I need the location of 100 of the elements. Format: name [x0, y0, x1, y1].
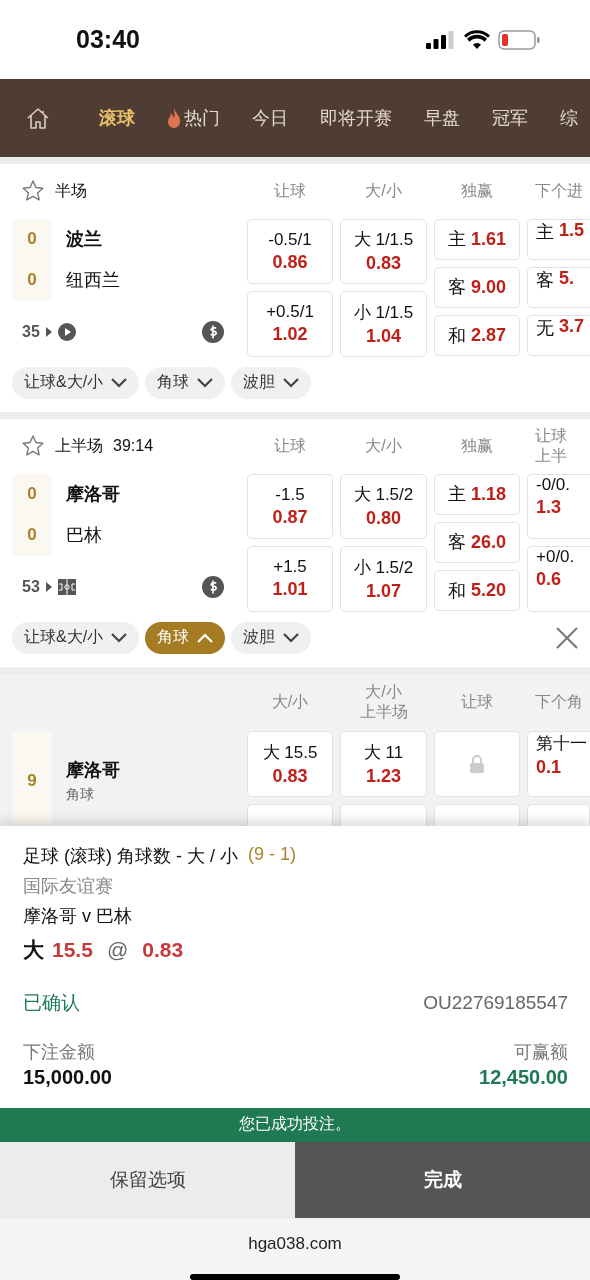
nav-tab[interactable]: 即将开赛	[320, 105, 392, 130]
stake-amount: 15,000.00	[23, 1065, 112, 1089]
caret-icon	[45, 581, 52, 592]
nav-tab[interactable]: 早盘	[424, 105, 460, 130]
odds-button[interactable]: +1.5 1.01	[247, 546, 333, 612]
chevron-icon	[283, 377, 300, 388]
match-minute: 35	[22, 322, 40, 341]
team-name: 巴林	[66, 524, 103, 547]
column-header: 大/小	[365, 682, 402, 702]
chevron-icon	[197, 377, 214, 388]
odds-button[interactable]: 第十一 0.1	[527, 730, 590, 797]
nav-tab[interactable]: 滚球	[99, 105, 135, 130]
column-header: 下个角	[535, 692, 583, 712]
dollar-icon[interactable]	[202, 320, 224, 343]
score: 0	[27, 229, 37, 249]
nav-tab[interactable]: 热门	[167, 105, 220, 130]
chevron-icon	[111, 632, 128, 643]
column-header: 上半	[535, 446, 567, 466]
pitch-icon[interactable]	[57, 577, 76, 596]
fixture-name: 摩洛哥 v 巴林	[23, 904, 133, 928]
bet-reference: OU22769185547	[423, 991, 568, 1014]
odds-button[interactable]: +0.5/1 1.02	[247, 291, 333, 357]
column-header: 让球	[274, 436, 306, 456]
score: 9	[27, 770, 37, 791]
battery-icon	[498, 29, 540, 50]
odds-button[interactable]: 无 3.7	[527, 315, 590, 357]
column-header: 让球	[461, 692, 493, 712]
at-sign: @	[106, 937, 129, 962]
odds-button[interactable]: 大 1.5/2 0.80	[340, 473, 427, 539]
team-name: 波兰	[66, 228, 103, 251]
odds-button[interactable]: 大 1/1.5 0.83	[340, 218, 427, 284]
bet-odds: 0.83	[142, 937, 184, 962]
market-label: 角球	[66, 785, 95, 804]
odds-button[interactable]: 客 5.	[527, 266, 590, 309]
bet-status: 已确认	[23, 990, 80, 1015]
success-banner: 您已成功投注。	[0, 1108, 590, 1142]
bet-market: 足球 (滚球) 角球数 - 大 / 小	[23, 844, 238, 868]
odds-button[interactable]: 客 9.00	[434, 266, 520, 309]
team-name: 摩洛哥	[66, 483, 120, 506]
match-minute: 53	[22, 577, 40, 596]
nav-tab[interactable]: 综	[560, 105, 578, 130]
odds-button[interactable]: -0.5/1 0.86	[247, 218, 333, 284]
column-header: 独赢	[461, 436, 493, 456]
chevron-icon	[197, 632, 214, 643]
dollar-icon[interactable]	[202, 575, 224, 598]
status-time: 03:40	[76, 25, 140, 55]
odds-button[interactable]: 和 5.20	[434, 570, 520, 612]
done-button[interactable]: 完成	[295, 1141, 590, 1218]
bet-line: 15.5	[52, 937, 93, 962]
odds-button[interactable]: 主 1.5	[527, 218, 590, 260]
league-name: 国际友谊赛	[23, 874, 114, 898]
chevron-icon	[111, 377, 128, 388]
column-header: 大/小	[365, 181, 402, 201]
lock-icon	[469, 754, 485, 773]
column-header: 下个进	[535, 181, 583, 201]
odds-button[interactable]: 和 2.87	[434, 315, 520, 357]
url-text: hga038.com	[248, 1234, 342, 1254]
filter-pill[interactable]: 角球	[145, 366, 226, 399]
bet-side: 大	[23, 936, 44, 963]
odds-button[interactable]: 大 11 1.23	[340, 730, 427, 797]
odds-button[interactable]: -1.5 0.87	[247, 473, 333, 539]
score: 0	[27, 525, 37, 545]
chevron-icon	[283, 632, 300, 643]
signal-icon	[426, 30, 456, 49]
star-icon[interactable]	[21, 179, 45, 203]
column-header: 上半场	[359, 702, 408, 722]
filter-pill[interactable]: 波胆	[231, 621, 312, 654]
column-header: 独赢	[461, 181, 493, 201]
odds-button[interactable]: 小 1/1.5 1.04	[340, 291, 427, 357]
team-name: 纽西兰	[66, 269, 120, 292]
filter-pill[interactable]: 让球&大/小	[12, 621, 140, 654]
odds-button[interactable]: 主 1.61	[434, 218, 520, 260]
wifi-icon	[464, 30, 490, 50]
win-label: 可赢额	[514, 1040, 568, 1064]
match-period: 半场	[55, 180, 87, 201]
win-amount: 12,450.00	[479, 1065, 568, 1089]
home-icon[interactable]	[26, 105, 50, 130]
odds-button[interactable]: 小 1.5/2 1.07	[340, 546, 427, 612]
match-clock: 39:14	[113, 437, 154, 455]
close-icon[interactable]	[556, 626, 578, 649]
filter-pill[interactable]: 角球	[145, 621, 226, 654]
play-icon[interactable]	[57, 322, 76, 341]
odds-button[interactable]: -0/0. 1.3	[527, 473, 590, 539]
nav-tab[interactable]: 今日	[252, 105, 288, 130]
odds-button[interactable]: 客 26.0	[434, 521, 520, 564]
column-header: 让球	[274, 181, 306, 201]
score: 0	[27, 484, 37, 504]
team-name: 摩洛哥	[66, 758, 120, 782]
filter-pill[interactable]: 让球&大/小	[12, 366, 140, 399]
odds-button[interactable]: 主 1.18	[434, 473, 520, 515]
bet-score: (9 - 1)	[248, 843, 296, 866]
star-icon[interactable]	[21, 434, 45, 458]
odds-button[interactable]: +0/0. 0.6	[527, 546, 590, 612]
odds-button[interactable]: 大 15.5 0.83	[247, 730, 333, 797]
caret-icon	[45, 326, 52, 337]
nav-tab[interactable]: 冠军	[492, 105, 528, 130]
filter-pill[interactable]: 波胆	[231, 366, 312, 399]
column-header: 大/小	[271, 692, 309, 712]
flame-icon	[167, 107, 181, 128]
column-header: 让球	[535, 426, 567, 446]
